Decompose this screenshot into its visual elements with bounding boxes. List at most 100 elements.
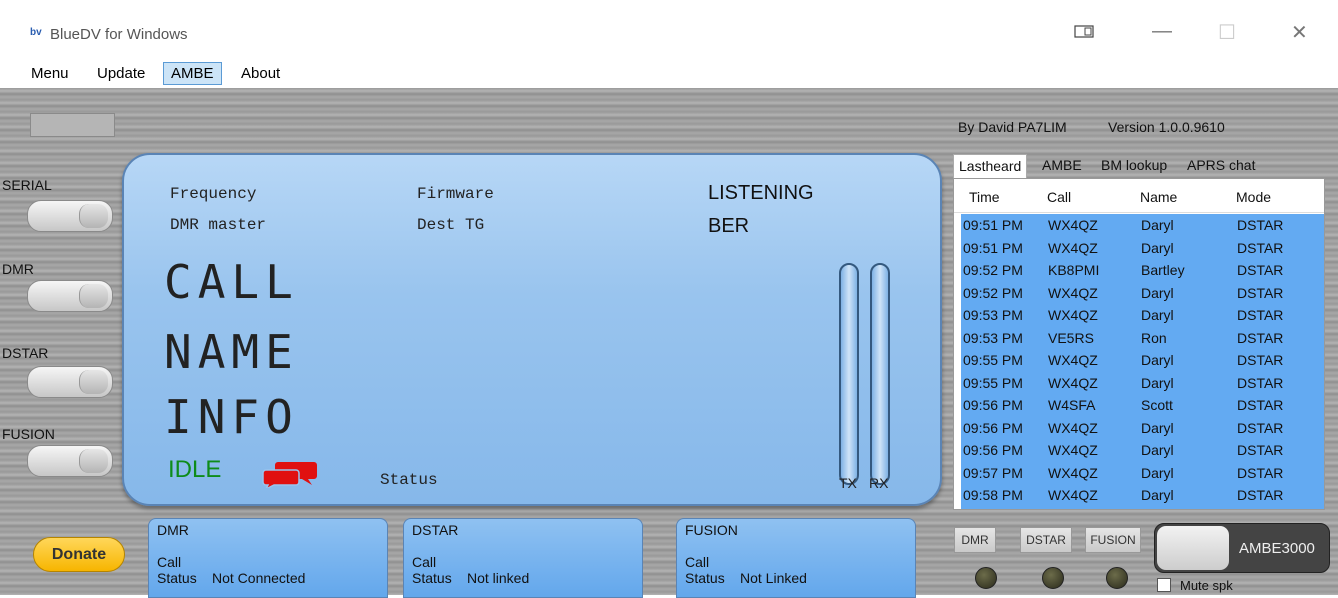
mode-cell: DSTAR <box>1237 239 1284 256</box>
title-bar: bv BlueDV for Windows — ☐ ✕ <box>0 0 1338 58</box>
table-row[interactable]: 09:52 PM WX4QZ Daryl DSTAR <box>961 284 1324 302</box>
menu-item-ambe[interactable]: AMBE <box>163 62 222 85</box>
column-header-time[interactable]: Time <box>969 189 1000 205</box>
version-label: Version 1.0.0.9610 <box>1108 119 1225 135</box>
table-row[interactable]: 09:52 PM KB8PMI Bartley DSTAR <box>961 261 1324 279</box>
idle-status: IDLE <box>168 456 222 483</box>
author-label: By David PA7LIM <box>958 119 1067 135</box>
mute-speaker-checkbox[interactable] <box>1157 578 1171 592</box>
table-row[interactable]: 09:56 PM WX4QZ Daryl DSTAR <box>961 419 1324 437</box>
call-cell: WX4QZ <box>1048 284 1098 301</box>
dest-tg-label: Dest TG <box>417 216 485 234</box>
column-header-name[interactable]: Name <box>1140 189 1177 205</box>
menu-bar: Menu Update AMBE About <box>0 58 1338 88</box>
mode-cell: DSTAR <box>1237 307 1284 323</box>
name-cell: Daryl <box>1141 307 1174 323</box>
tab-ambe[interactable]: AMBE <box>1037 154 1087 178</box>
ambe3000-toggle[interactable]: AMBE3000 <box>1154 523 1330 573</box>
table-row[interactable]: 09:53 PM VE5RS Ron DSTAR <box>961 329 1324 347</box>
fusion-mode-button[interactable]: FUSION <box>1085 527 1141 553</box>
dmr-toggle[interactable] <box>27 280 113 312</box>
donate-button[interactable]: Donate <box>33 537 125 572</box>
dmr-label: DMR <box>2 261 34 277</box>
tab-aprs-chat[interactable]: APRS chat <box>1182 154 1260 178</box>
time-cell: 09:56 PM <box>963 442 1023 458</box>
listening-label: LISTENING <box>708 182 814 204</box>
menu-item-menu[interactable]: Menu <box>24 64 76 83</box>
call-cell: VE5RS <box>1048 329 1094 346</box>
status-label: Status <box>380 471 438 489</box>
close-button[interactable]: ✕ <box>1291 20 1308 45</box>
call-cell: WX4QZ <box>1048 374 1098 391</box>
table-row[interactable]: 09:55 PM WX4QZ Daryl DSTAR <box>961 351 1324 369</box>
table-row[interactable]: 09:53 PM WX4QZ Daryl DSTAR <box>961 306 1324 324</box>
mode-cell: DSTAR <box>1237 329 1284 346</box>
name-cell: Daryl <box>1141 284 1174 301</box>
dstar-led-indicator <box>1042 567 1064 589</box>
window-title: BlueDV for Windows <box>50 26 188 43</box>
time-cell: 09:56 PM <box>963 419 1023 436</box>
fusion-toggle[interactable] <box>27 445 113 477</box>
info-display: INFO <box>164 390 299 444</box>
dmr-panel-title: DMR <box>157 522 189 538</box>
name-cell: Daryl <box>1141 217 1174 233</box>
dstar-status-label: Status <box>412 570 452 586</box>
menu-item-update[interactable]: Update <box>90 64 152 83</box>
name-cell: Daryl <box>1141 239 1174 256</box>
call-cell: WX4QZ <box>1048 464 1098 481</box>
table-header: Time Call Name Mode <box>954 179 1324 213</box>
rx-label: RX <box>869 475 889 491</box>
name-cell: Ron <box>1141 329 1167 346</box>
table-row[interactable]: 09:57 PM WX4QZ Daryl DSTAR <box>961 464 1324 482</box>
tab-lastheard[interactable]: Lastheard <box>953 154 1028 178</box>
dmr-call-label: Call <box>157 554 182 570</box>
call-display: CALL <box>164 255 299 309</box>
tablet-mode-icon[interactable] <box>1074 25 1094 39</box>
mode-cell: DSTAR <box>1237 464 1284 481</box>
time-cell: 09:57 PM <box>963 464 1023 481</box>
minimize-button[interactable]: — <box>1152 20 1172 43</box>
mode-cell: DSTAR <box>1237 397 1284 413</box>
table-row[interactable]: 09:55 PM WX4QZ Daryl DSTAR <box>961 374 1324 392</box>
call-cell: W4SFA <box>1048 397 1096 413</box>
mode-cell: DSTAR <box>1237 442 1284 458</box>
column-header-call[interactable]: Call <box>1047 189 1071 205</box>
maximize-button[interactable]: ☐ <box>1218 20 1236 45</box>
ambe3000-switch-knob <box>1157 526 1229 570</box>
name-cell: Daryl <box>1141 374 1174 391</box>
fusion-led-indicator <box>1106 567 1128 589</box>
table-row[interactable]: 09:51 PM WX4QZ Daryl DSTAR <box>961 239 1324 257</box>
tab-bm-lookup[interactable]: BM lookup <box>1096 154 1172 178</box>
serial-toggle[interactable] <box>27 200 113 232</box>
time-cell: 09:51 PM <box>963 239 1023 256</box>
dstar-call-label: Call <box>412 554 437 570</box>
dstar-label: DSTAR <box>2 345 49 361</box>
table-row[interactable]: 09:51 PM WX4QZ Daryl DSTAR <box>961 216 1324 234</box>
serial-port-box[interactable] <box>30 113 115 137</box>
serial-label: SERIAL <box>2 177 52 193</box>
lastheard-table[interactable]: Time Call Name Mode 09:51 PM WX4QZ Daryl DS… <box>953 178 1325 510</box>
dstar-status-value: Not linked <box>467 570 530 586</box>
dstar-mode-button[interactable]: DSTAR <box>1020 527 1072 553</box>
dmr-status-value: Not Connected <box>212 570 306 586</box>
table-body: 09:51 PM WX4QZ Daryl DSTAR 09:51 PM WX4QZ Dary… <box>961 214 1324 509</box>
fusion-panel-title: FUSION <box>685 522 738 538</box>
dmr-status-panel: DMR Call Status Not Connected <box>148 518 388 598</box>
table-row[interactable]: 09:56 PM W4SFA Scott DSTAR <box>961 396 1324 414</box>
call-cell: WX4QZ <box>1048 352 1098 368</box>
dmr-status-label: Status <box>157 570 197 586</box>
dmr-mode-button[interactable]: DMR <box>954 527 996 553</box>
dmr-led-indicator <box>975 567 997 589</box>
time-cell: 09:51 PM <box>963 217 1023 233</box>
time-cell: 09:58 PM <box>963 487 1023 503</box>
table-row[interactable]: 09:56 PM WX4QZ Daryl DSTAR <box>961 441 1324 459</box>
mode-cell: DSTAR <box>1237 284 1284 301</box>
dstar-toggle[interactable] <box>27 366 113 398</box>
rx-level-meter <box>870 263 890 485</box>
mode-cell: DSTAR <box>1237 374 1284 391</box>
call-cell: WX4QZ <box>1048 487 1098 503</box>
time-cell: 09:56 PM <box>963 397 1023 413</box>
column-header-mode[interactable]: Mode <box>1236 189 1271 205</box>
menu-item-about[interactable]: About <box>234 64 287 83</box>
table-row[interactable]: 09:58 PM WX4QZ Daryl DSTAR <box>961 486 1324 504</box>
